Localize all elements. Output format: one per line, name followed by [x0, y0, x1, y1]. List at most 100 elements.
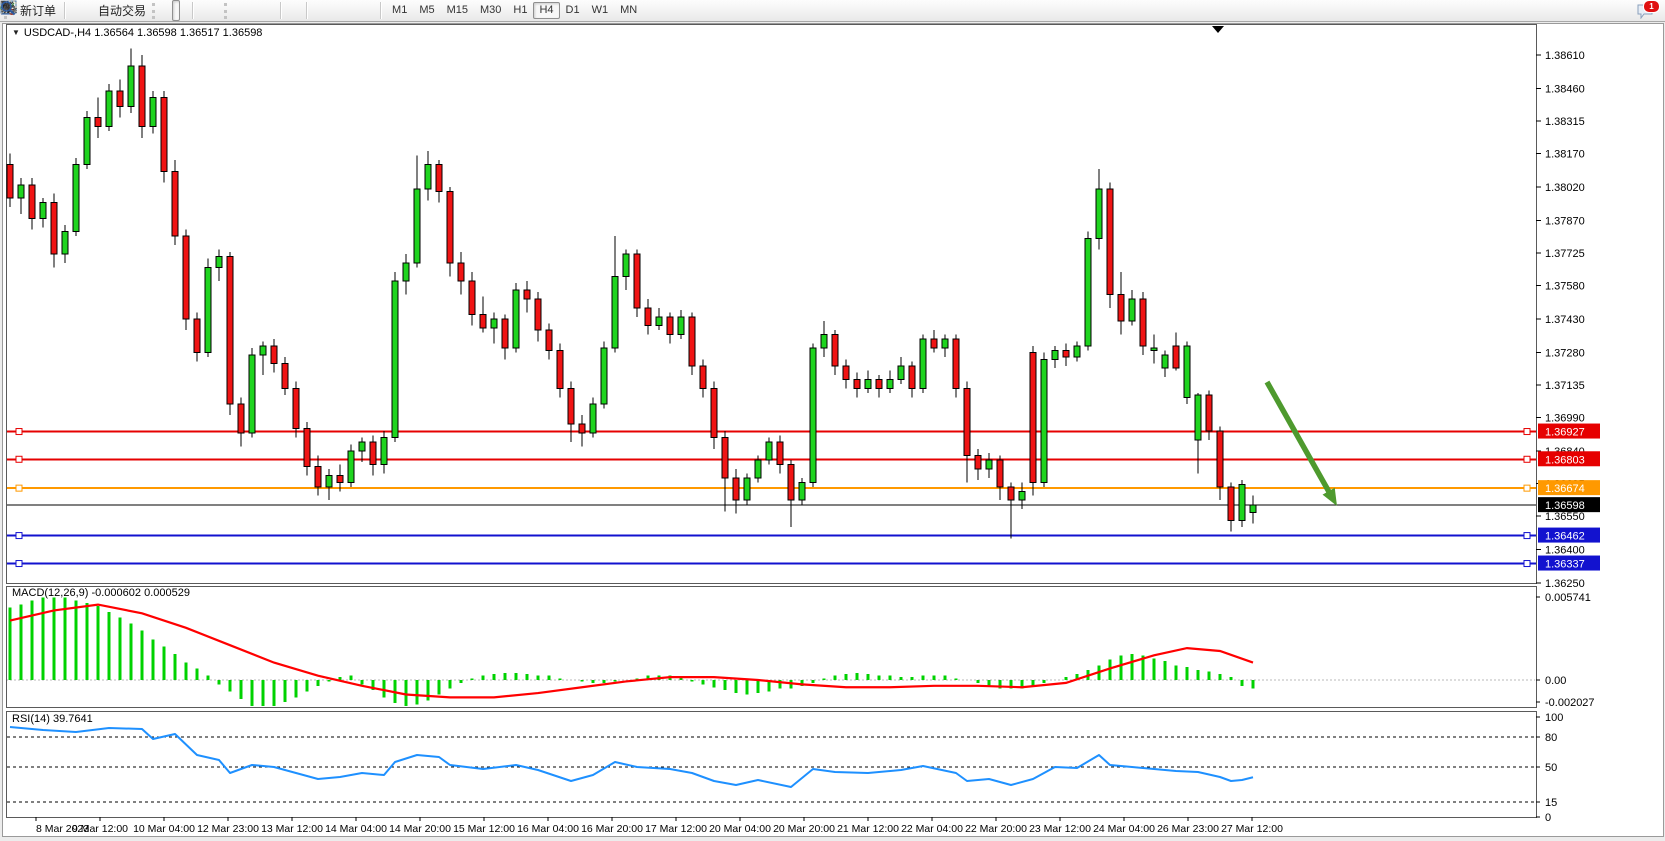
macd-axis-label: -0.002027 — [1545, 697, 1595, 709]
date-axis-label: 22 Mar 20:00 — [965, 823, 1027, 835]
date-axis-label: 16 Mar 04:00 — [517, 823, 579, 835]
date-axis-label: 13 Mar 12:00 — [261, 823, 323, 835]
timeframe-d1-button[interactable]: D1 — [560, 2, 586, 19]
periods-button[interactable] — [260, 0, 268, 21]
date-axis-label: 21 Mar 12:00 — [837, 823, 899, 835]
toolbar-separator — [280, 2, 282, 19]
price-axis-label: 1.37430 — [1545, 314, 1585, 326]
toolbar-separator — [64, 2, 66, 19]
bar-chart-button[interactable] — [164, 0, 172, 21]
macd-axis-label: 0.005741 — [1545, 592, 1591, 604]
zoom-out-button[interactable] — [206, 0, 214, 21]
svg-text:1.36674: 1.36674 — [1545, 483, 1585, 495]
cursor-button[interactable] — [286, 0, 294, 21]
toolbar-separator — [306, 2, 308, 19]
price-axis-label: 1.37135 — [1545, 380, 1585, 392]
toolbar-separator — [192, 2, 194, 19]
tile-windows-button[interactable] — [214, 0, 222, 21]
date-axis-label: 26 Mar 23:00 — [1157, 823, 1219, 835]
svg-text:1.36462: 1.36462 — [1545, 531, 1585, 543]
date-axis-label: 27 Mar 12:00 — [1221, 823, 1283, 835]
toolbar-separator — [380, 2, 382, 19]
rsi-axis-label: 50 — [1545, 762, 1557, 774]
trendline-button[interactable] — [328, 0, 336, 21]
collapse-chart-icon[interactable]: ▼ — [12, 28, 20, 37]
timeframe-h1-button[interactable]: H1 — [507, 2, 533, 19]
candlestick-chart-button[interactable] — [172, 0, 180, 21]
vertical-line-button[interactable] — [312, 0, 320, 21]
date-axis-label: 12 Mar 23:00 — [197, 823, 259, 835]
svg-text:1.36927: 1.36927 — [1545, 427, 1585, 439]
price-axis-label: 1.36990 — [1545, 412, 1585, 424]
zoom-in-button[interactable] — [198, 0, 206, 21]
horizontal-line-button[interactable] — [320, 0, 328, 21]
date-axis-label: 23 Mar 12:00 — [1029, 823, 1091, 835]
notifications-button[interactable]: 1 — [1637, 3, 1655, 19]
rsi-axis-label: 100 — [1545, 712, 1563, 724]
arrows-button[interactable] — [368, 0, 376, 21]
date-axis-label: 16 Mar 20:00 — [581, 823, 643, 835]
rsi-indicator-label: RSI(14) 39.7641 — [12, 713, 93, 725]
svg-text:1.36598: 1.36598 — [1545, 500, 1585, 512]
crosshair-button[interactable] — [294, 0, 302, 21]
price-axis-label: 1.36250 — [1545, 578, 1585, 590]
new-order-button[interactable]: 新订单 — [16, 0, 60, 21]
chart-window: ▼USDCAD-,H4 1.36564 1.36598 1.36517 1.36… — [0, 22, 1665, 841]
macd-axis-label: 0.00 — [1545, 675, 1566, 687]
price-axis-label: 1.38170 — [1545, 148, 1585, 160]
templates-button[interactable] — [268, 0, 276, 21]
timeframe-w1-button[interactable]: W1 — [586, 2, 615, 19]
date-axis-label: 14 Mar 20:00 — [389, 823, 451, 835]
date-axis-label: 20 Mar 20:00 — [773, 823, 835, 835]
date-axis-label: 20 Mar 04:00 — [709, 823, 771, 835]
notification-badge: 1 — [1643, 0, 1660, 13]
timeframe-h4-button[interactable]: H4 — [533, 2, 559, 19]
toolbar-grip[interactable] — [224, 3, 232, 19]
price-axis-label: 1.36400 — [1545, 544, 1585, 556]
price-axis-label: 1.38020 — [1545, 182, 1585, 194]
toolbar-grip[interactable] — [152, 3, 160, 19]
autotrading-button[interactable]: 自动交易 — [94, 0, 150, 21]
date-axis-label: 14 Mar 04:00 — [325, 823, 387, 835]
price-axis-label: 1.38315 — [1545, 116, 1585, 128]
new-order-label: 新订单 — [20, 2, 56, 19]
price-axis-label: 1.38460 — [1545, 84, 1585, 96]
chart-canvas[interactable]: 1.38610 1.38460 1.38315 1.38170 1.38020 1.378… — [0, 22, 1665, 841]
text-label-button[interactable]: T — [360, 0, 368, 21]
signals-button[interactable] — [86, 0, 94, 21]
date-axis-label: 22 Mar 04:00 — [901, 823, 963, 835]
market-watch-button[interactable] — [70, 0, 78, 21]
chart-title: ▼USDCAD-,H4 1.36564 1.36598 1.36517 1.36… — [12, 27, 262, 39]
autotrading-label: 自动交易 — [98, 2, 146, 19]
timeframe-m1-button[interactable]: M1 — [386, 2, 413, 19]
main-toolbar: 新订单 — [0, 0, 1665, 22]
svg-text:1.36337: 1.36337 — [1545, 559, 1585, 571]
mt4-window: 新订单 — [0, 0, 1665, 841]
add-indicator-button[interactable] — [252, 0, 260, 21]
date-axis-label: 10 Mar 04:00 — [133, 823, 195, 835]
date-axis-label: 9 Mar 12:00 — [72, 823, 128, 835]
macd-indicator-label: MACD(12,26,9) -0.000602 0.000529 — [12, 587, 190, 599]
date-axis-label: 24 Mar 04:00 — [1093, 823, 1155, 835]
auto-scroll-button[interactable] — [236, 0, 244, 21]
date-axis-label: 15 Mar 12:00 — [453, 823, 515, 835]
price-axis-label: 1.38610 — [1545, 50, 1585, 62]
timeframe-m5-button[interactable]: M5 — [413, 2, 440, 19]
rsi-axis-label: 80 — [1545, 732, 1557, 744]
rsi-axis-label: 0 — [1545, 812, 1551, 824]
price-axis-label: 1.37280 — [1545, 348, 1585, 360]
svg-text:1.36803: 1.36803 — [1545, 454, 1585, 466]
price-axis-label: 1.37870 — [1545, 216, 1585, 228]
fibonacci-button[interactable]: F — [344, 0, 352, 21]
timeframe-m30-button[interactable]: M30 — [474, 2, 507, 19]
text-button[interactable]: A — [352, 0, 360, 21]
search-icon[interactable] — [0, 0, 16, 16]
equidistant-channel-button[interactable]: E — [336, 0, 344, 21]
timeframe-m15-button[interactable]: M15 — [441, 2, 474, 19]
rsi-axis-label: 15 — [1545, 797, 1557, 809]
timeframe-mn-button[interactable]: MN — [614, 2, 643, 19]
profile-button[interactable] — [78, 0, 86, 21]
price-axis-label: 1.37580 — [1545, 280, 1585, 292]
chart-shift-button[interactable] — [244, 0, 252, 21]
line-chart-button[interactable] — [180, 0, 188, 21]
